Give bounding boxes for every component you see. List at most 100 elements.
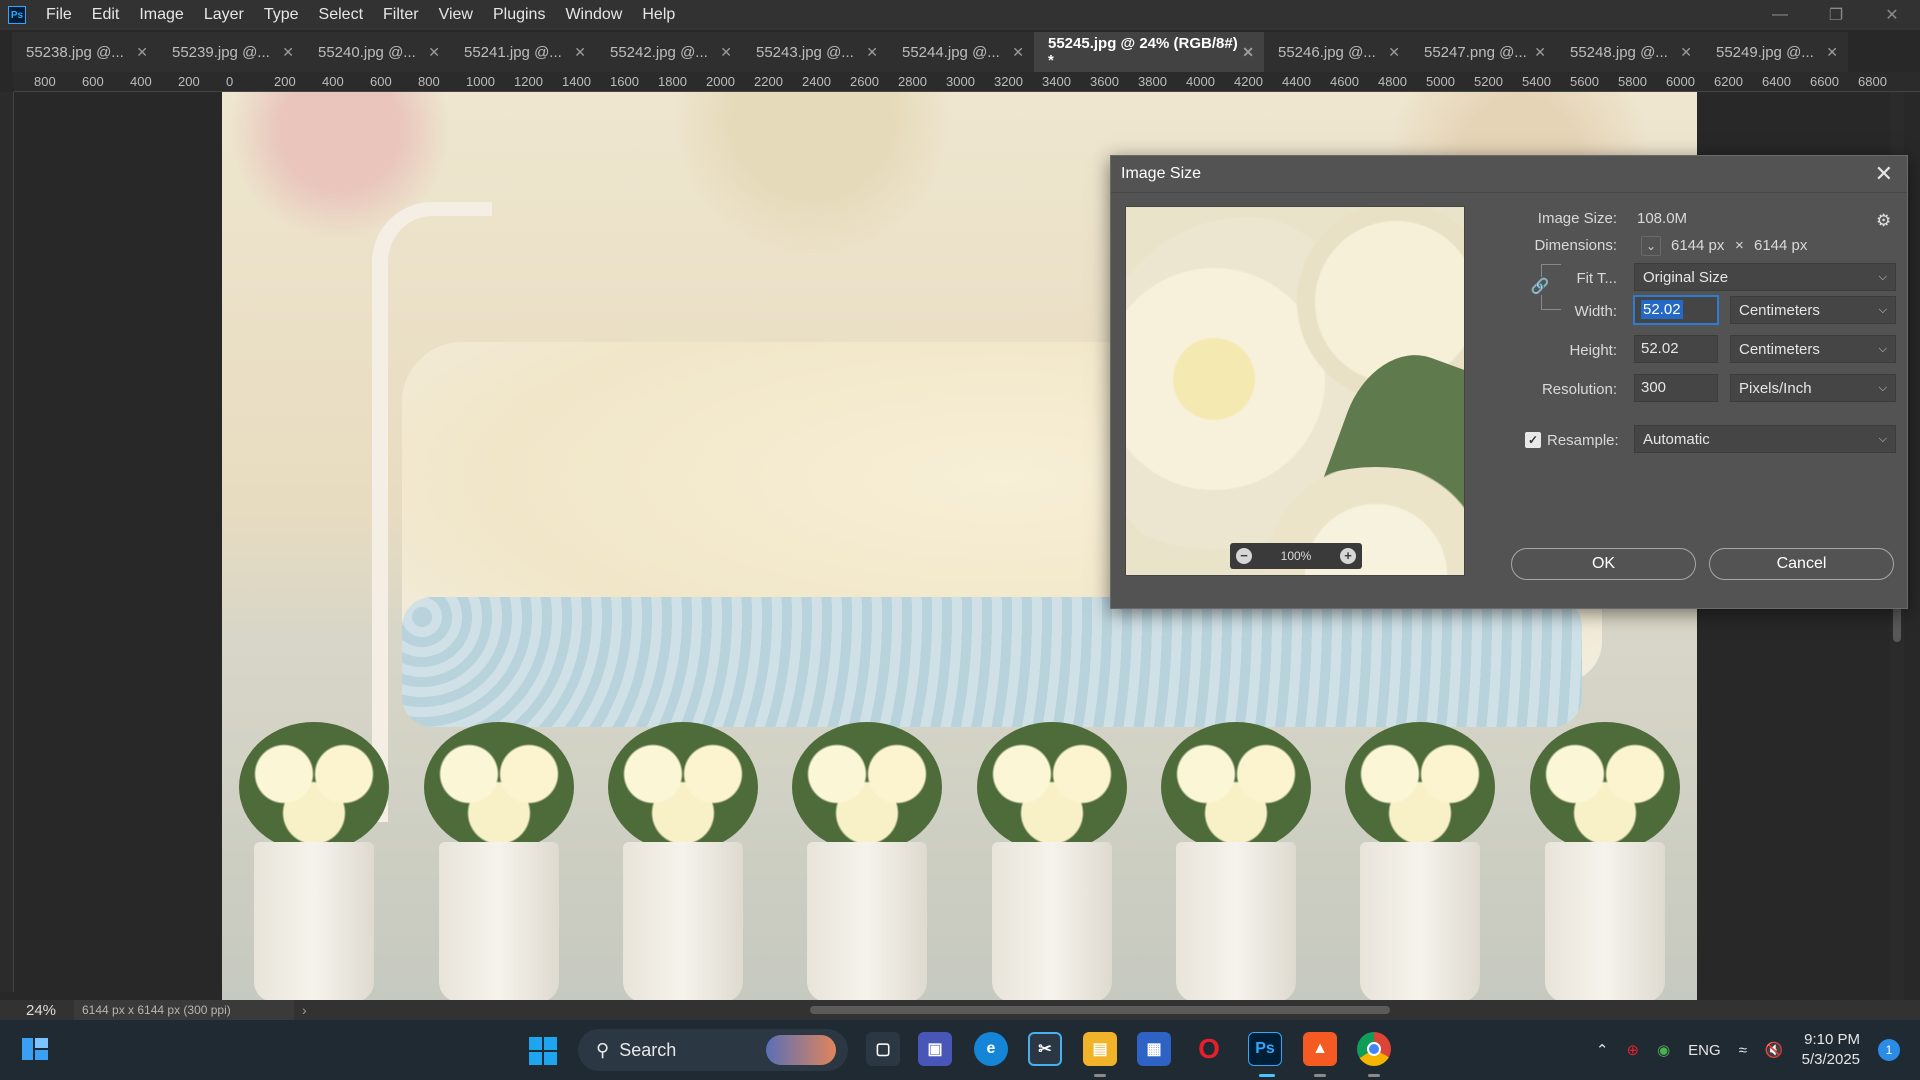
tab-label: 55247.png @... <box>1424 43 1527 61</box>
tab-55249[interactable]: 55249.jpg @... ✕ <box>1702 32 1848 72</box>
ruler-label: 4600 <box>1330 74 1359 89</box>
resolution-input[interactable]: 300 <box>1634 374 1718 402</box>
close-icon[interactable]: ✕ <box>1534 44 1546 61</box>
close-icon[interactable]: ✕ <box>1680 44 1692 61</box>
close-icon[interactable]: ✕ <box>866 44 878 61</box>
close-icon[interactable]: ✕ <box>1012 44 1024 61</box>
task-view-icon[interactable]: ▢ <box>866 1032 900 1066</box>
flower-pot <box>792 722 943 1000</box>
close-icon[interactable]: ✕ <box>1388 44 1400 61</box>
close-icon[interactable]: ✕ <box>136 44 148 61</box>
menu-image[interactable]: Image <box>129 0 193 30</box>
tab-label: 55243.jpg @... <box>756 43 854 61</box>
tab-55239[interactable]: 55239.jpg @... ✕ <box>158 32 304 72</box>
close-icon[interactable]: ✕ <box>282 44 294 61</box>
menu-filter[interactable]: Filter <box>373 0 429 30</box>
close-icon[interactable]: ✕ <box>1875 161 1893 187</box>
chrome-icon[interactable] <box>1357 1032 1391 1066</box>
menu-layer[interactable]: Layer <box>194 0 254 30</box>
image-preview[interactable]: − 100% + <box>1125 206 1465 576</box>
close-icon[interactable]: ✕ <box>720 44 732 61</box>
ruler-label: 1600 <box>610 74 639 89</box>
speaker-muted-icon[interactable]: 🔇 <box>1765 1041 1784 1059</box>
clock[interactable]: 9:10 PM 5/3/2025 <box>1802 1030 1860 1070</box>
horizontal-scroll-thumb[interactable] <box>810 1006 1390 1014</box>
chevron-up-icon[interactable]: ⌃ <box>1596 1041 1609 1059</box>
tab-55244[interactable]: 55244.jpg @... ✕ <box>888 32 1034 72</box>
horizontal-scrollbar[interactable] <box>310 1003 1860 1017</box>
width-unit-select[interactable]: Centimeters ⌵ <box>1730 296 1896 324</box>
network-vpn-icon[interactable]: ⊕ <box>1627 1041 1640 1059</box>
ok-button[interactable]: OK <box>1511 548 1696 580</box>
fit-to-select[interactable]: Original Size ⌵ <box>1634 263 1896 291</box>
menu-select[interactable]: Select <box>309 0 373 30</box>
zoom-in-icon[interactable]: + <box>1339 548 1356 564</box>
tab-55245-active[interactable]: 55245.jpg @ 24% (RGB/8#) * ✕ <box>1034 32 1264 72</box>
tab-55238[interactable]: 55238.jpg @... ✕ <box>12 32 158 72</box>
window-controls: — ❐ ✕ <box>1752 0 1920 30</box>
teams-icon[interactable]: ▣ <box>918 1032 952 1066</box>
widgets-icon[interactable] <box>20 1034 50 1064</box>
resolution-unit-select[interactable]: Pixels/Inch ⌵ <box>1730 374 1896 402</box>
tab-55248[interactable]: 55248.jpg @... ✕ <box>1556 32 1702 72</box>
close-icon[interactable]: ✕ <box>574 44 586 61</box>
tab-label: 55248.jpg @... <box>1570 43 1668 61</box>
zoom-out-icon[interactable]: − <box>1236 548 1252 564</box>
vertical-ruler[interactable] <box>0 92 14 992</box>
ruler-label: 600 <box>370 74 392 89</box>
flower-pot <box>1345 722 1496 1000</box>
tab-55241[interactable]: 55241.jpg @... ✕ <box>450 32 596 72</box>
brave-icon[interactable]: ▲ <box>1303 1032 1337 1066</box>
tab-label: 55245.jpg @ 24% (RGB/8#) * <box>1048 35 1238 69</box>
dialog-title-bar[interactable]: Image Size ✕ <box>1111 156 1907 193</box>
tab-55247[interactable]: 55247.png @... ✕ <box>1410 32 1556 72</box>
chevron-down-icon[interactable]: ⌄ <box>1641 236 1661 256</box>
menu-plugins[interactable]: Plugins <box>483 0 555 30</box>
menu-window[interactable]: Window <box>555 0 632 30</box>
windows-start-icon[interactable] <box>528 1036 558 1066</box>
tab-55240[interactable]: 55240.jpg @... ✕ <box>304 32 450 72</box>
ruler-label: 3000 <box>946 74 975 89</box>
resample-checkbox[interactable]: ✓ <box>1525 432 1541 448</box>
globe-icon[interactable]: ◉ <box>1657 1041 1670 1059</box>
tab-55242[interactable]: 55242.jpg @... ✕ <box>596 32 742 72</box>
photoshop-icon[interactable]: Ps <box>1248 1032 1282 1066</box>
ruler-label: 0 <box>226 74 234 89</box>
gear-icon[interactable]: ⚙ <box>1876 211 1891 231</box>
notification-badge[interactable]: 1 <box>1878 1039 1900 1061</box>
menu-file[interactable]: File <box>36 0 82 30</box>
menu-edit[interactable]: Edit <box>82 0 130 30</box>
tab-55246[interactable]: 55246.jpg @... ✕ <box>1264 32 1410 72</box>
close-window-icon[interactable]: ✕ <box>1864 0 1920 30</box>
close-icon[interactable]: ✕ <box>1242 44 1254 61</box>
close-icon[interactable]: ✕ <box>428 44 440 61</box>
wifi-icon[interactable]: ≈ <box>1739 1042 1747 1059</box>
link-icon[interactable]: 🔗 <box>1531 277 1549 295</box>
file-explorer-icon[interactable]: ▤ <box>1083 1032 1117 1066</box>
snipping-tool-icon[interactable]: ✂ <box>1028 1032 1062 1066</box>
search-icon: ⚲ <box>596 1039 610 1060</box>
taskbar-search[interactable]: ⚲ Search <box>578 1029 848 1071</box>
image-size-dialog: Image Size ✕ − 100% + Image Size: 108.0M… <box>1110 155 1908 609</box>
width-input[interactable]: 52.02 <box>1634 296 1718 324</box>
close-icon[interactable]: ✕ <box>1826 44 1838 61</box>
minimize-icon[interactable]: — <box>1752 0 1808 30</box>
horizontal-ruler[interactable]: 800 600 400 200 0 200 400 600 800 1000 1200 1400 160… <box>14 72 1920 92</box>
ruler-label: 5400 <box>1522 74 1551 89</box>
language-indicator[interactable]: ENG <box>1688 1042 1721 1059</box>
menu-help[interactable]: Help <box>632 0 685 30</box>
opera-icon[interactable]: O <box>1192 1032 1226 1066</box>
menu-view[interactable]: View <box>429 0 483 30</box>
height-input[interactable]: 52.02 <box>1634 335 1718 363</box>
store-icon[interactable]: ▦ <box>1137 1032 1171 1066</box>
ruler-label: 2800 <box>898 74 927 89</box>
zoom-level[interactable]: 24% <box>0 1002 74 1019</box>
height-unit-select[interactable]: Centimeters ⌵ <box>1730 335 1896 363</box>
resample-select[interactable]: Automatic ⌵ <box>1634 425 1896 453</box>
menu-type[interactable]: Type <box>254 0 309 30</box>
edge-icon[interactable]: e <box>974 1032 1008 1066</box>
tab-55243[interactable]: 55243.jpg @... ✕ <box>742 32 888 72</box>
restore-icon[interactable]: ❐ <box>1808 0 1864 30</box>
cancel-button[interactable]: Cancel <box>1709 548 1894 580</box>
ruler-label: 400 <box>322 74 344 89</box>
